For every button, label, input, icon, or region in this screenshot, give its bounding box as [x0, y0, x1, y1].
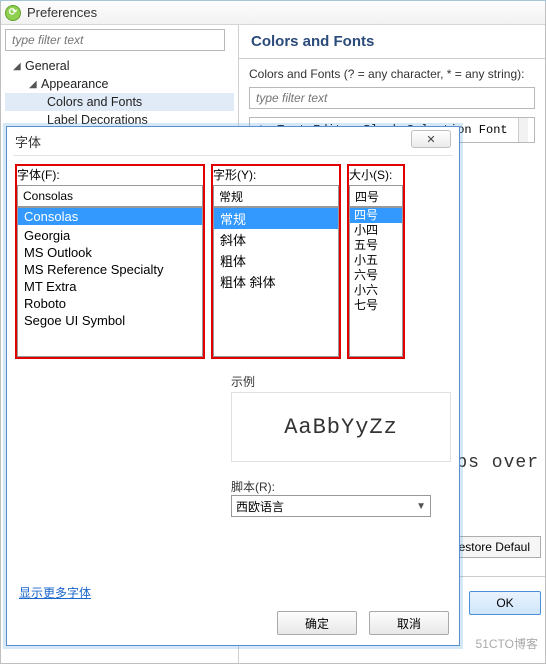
- page-description: Colors and Fonts (? = any character, * =…: [249, 67, 535, 81]
- font-size-label: 大小(S):: [349, 166, 403, 183]
- list-item[interactable]: 粗体: [214, 250, 338, 271]
- tree-label: Label Decorations: [47, 113, 148, 127]
- list-item[interactable]: Georgia: [18, 227, 202, 244]
- preferences-titlebar: ⟳ Preferences: [1, 1, 545, 25]
- script-group: 脚本(R): 西欧语言 ▼: [231, 478, 451, 517]
- list-item[interactable]: 七号: [350, 298, 402, 313]
- sample-preview: AaBbYyZz: [231, 392, 451, 462]
- chevron-down-icon: ▼: [416, 501, 426, 512]
- list-item[interactable]: Roboto: [18, 295, 202, 312]
- font-style-list[interactable]: 常规 斜体 粗体 粗体 斜体: [213, 207, 339, 357]
- tree-label: General: [25, 59, 69, 73]
- script-value: 西欧语言: [236, 498, 284, 515]
- script-select[interactable]: 西欧语言 ▼: [231, 495, 431, 517]
- fonts-filter-input[interactable]: [249, 87, 535, 109]
- app-icon: ⟳: [5, 5, 21, 21]
- more-fonts-link[interactable]: 显示更多字体: [19, 584, 91, 601]
- tree-item-colors-and-fonts[interactable]: Colors and Fonts: [5, 93, 234, 111]
- sample-group: 示例 AaBbYyZz: [231, 373, 451, 462]
- font-style-group: 字形(Y): 常规 斜体 粗体 粗体 斜体: [211, 164, 341, 359]
- list-item[interactable]: 六号: [350, 268, 402, 283]
- font-dialog-title: 字体: [15, 132, 41, 151]
- font-dialog-titlebar: 字体 ✕: [7, 127, 459, 155]
- page-title: Colors and Fonts: [251, 33, 535, 50]
- tree-item-appearance[interactable]: ◢Appearance: [5, 75, 234, 93]
- list-item[interactable]: Consolas: [18, 208, 202, 225]
- preferences-tree[interactable]: ◢General ◢Appearance Colors and Fonts La…: [5, 57, 234, 129]
- font-style-input[interactable]: [213, 185, 339, 207]
- ok-button[interactable]: OK: [469, 591, 541, 615]
- tree-label: Colors and Fonts: [47, 95, 142, 109]
- arrow-down-icon: ◢: [29, 79, 39, 90]
- list-item[interactable]: 小六: [350, 283, 402, 298]
- font-family-group: 字体(F): Consolas Georgia MS Outlook MS Re…: [15, 164, 205, 359]
- font-size-group: 大小(S): 四号 小四 五号 小五 六号 小六 七号: [347, 164, 405, 359]
- close-icon: ✕: [426, 133, 435, 146]
- font-family-input[interactable]: [17, 185, 203, 207]
- tree-label: Appearance: [41, 77, 108, 91]
- list-item[interactable]: Segoe UI Symbol: [18, 312, 202, 329]
- font-style-label: 字形(Y):: [213, 166, 339, 183]
- arrow-down-icon: ◢: [13, 61, 23, 72]
- sample-label: 示例: [231, 373, 451, 390]
- confirm-button[interactable]: 确定: [277, 611, 357, 635]
- tree-filter-input[interactable]: [5, 29, 225, 51]
- cancel-button[interactable]: 取消: [369, 611, 449, 635]
- list-item[interactable]: MT Extra: [18, 278, 202, 295]
- list-item[interactable]: 粗体 斜体: [214, 271, 338, 292]
- watermark: 51CTO博客: [476, 635, 538, 652]
- font-family-list[interactable]: Consolas Georgia MS Outlook MS Reference…: [17, 207, 203, 357]
- window-title: Preferences: [27, 5, 97, 20]
- scrollbar-icon[interactable]: [518, 118, 528, 142]
- font-size-list[interactable]: 四号 小四 五号 小五 六号 小六 七号: [349, 207, 403, 357]
- list-item[interactable]: 小四: [350, 223, 402, 238]
- font-size-input[interactable]: [349, 185, 403, 207]
- tree-item-general[interactable]: ◢General: [5, 57, 234, 75]
- close-button[interactable]: ✕: [411, 130, 451, 148]
- list-item[interactable]: MS Reference Specialty: [18, 261, 202, 278]
- font-dialog: 字体 ✕ 字体(F): Consolas Georgia MS Outlook …: [6, 126, 460, 646]
- list-item[interactable]: 四号: [350, 208, 402, 223]
- list-item[interactable]: 常规: [214, 208, 338, 229]
- list-item[interactable]: 斜体: [214, 229, 338, 250]
- list-item[interactable]: MS Outlook: [18, 244, 202, 261]
- font-family-label: 字体(F):: [17, 166, 203, 183]
- list-item[interactable]: 小五: [350, 253, 402, 268]
- list-item[interactable]: 五号: [350, 238, 402, 253]
- script-label: 脚本(R):: [231, 478, 451, 495]
